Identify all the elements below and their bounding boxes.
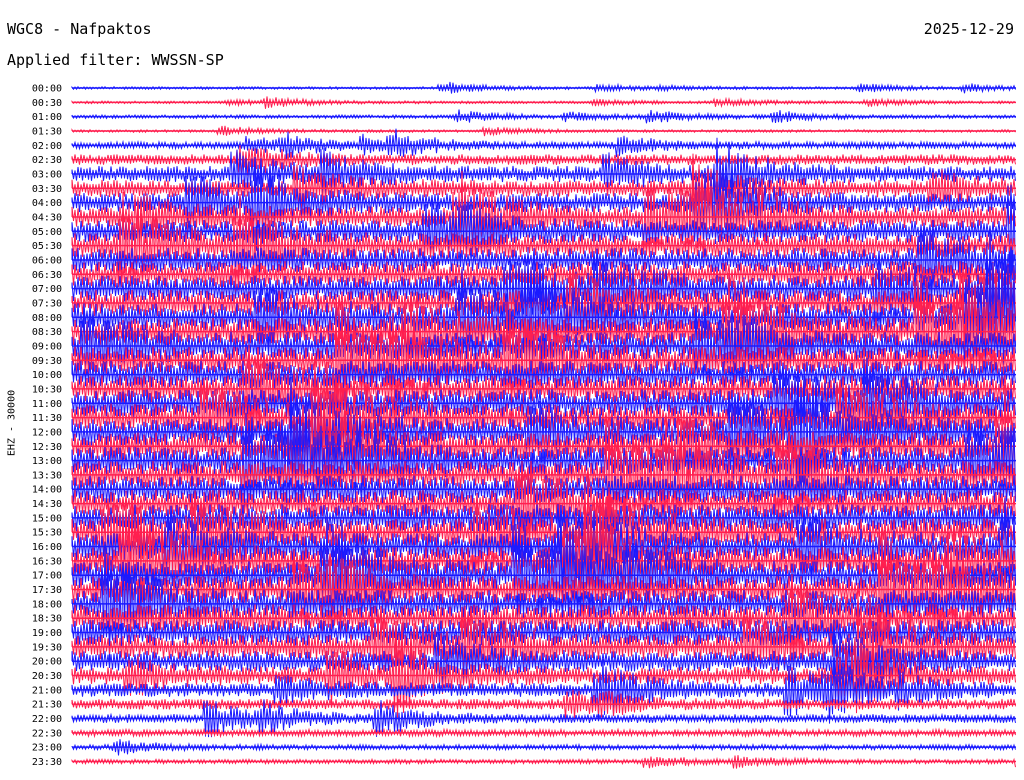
time-tick-label: 12:00	[32, 427, 62, 438]
time-tick-label: 14:00	[32, 485, 62, 496]
time-tick-label: 23:30	[32, 757, 62, 768]
time-tick-label: 15:00	[32, 513, 62, 524]
time-tick-label: 07:30	[32, 298, 62, 309]
time-tick-label: 07:00	[32, 284, 62, 295]
time-tick-label: 03:00	[32, 169, 62, 180]
time-tick-label: 03:30	[32, 184, 62, 195]
time-tick-label: 20:30	[32, 671, 62, 682]
time-tick-label: 19:30	[32, 642, 62, 653]
time-tick-label: 11:00	[32, 399, 62, 410]
time-tick-label: 10:00	[32, 370, 62, 381]
trace-line	[71, 128, 1016, 160]
time-tick-label: 16:30	[32, 556, 62, 567]
time-tick-label: 02:30	[32, 155, 62, 166]
time-tick-label: 16:00	[32, 542, 62, 553]
time-tick-label: 01:30	[32, 126, 62, 137]
time-tick-label: 18:00	[32, 599, 62, 610]
time-tick-label: 02:00	[32, 141, 62, 152]
time-tick-label: 13:00	[32, 456, 62, 467]
time-tick-label: 12:30	[32, 442, 62, 453]
time-tick-label: 15:30	[32, 528, 62, 539]
time-tick-label: 01:00	[32, 112, 62, 123]
time-tick-label: 14:30	[32, 499, 62, 510]
time-tick-labels: 00:00 00:30 01:00 01:30 02:00 02:30 03:00 03:30…	[32, 84, 62, 769]
time-tick-label: 05:00	[32, 227, 62, 238]
time-tick-label: 09:00	[32, 341, 62, 352]
time-tick-label: 21:00	[32, 685, 62, 696]
time-tick-label: 06:30	[32, 270, 62, 281]
time-tick-label: 00:00	[32, 84, 62, 95]
time-tick-label: 11:30	[32, 413, 62, 424]
time-tick-label: 13:30	[32, 470, 62, 481]
time-tick-label: 22:30	[32, 728, 62, 739]
time-tick-label: 06:00	[32, 255, 62, 266]
time-tick-label: 09:30	[32, 356, 62, 367]
time-tick-label: 19:00	[32, 628, 62, 639]
seismic-traces	[71, 81, 1016, 769]
time-tick-label: 20:00	[32, 657, 62, 668]
helicorder-plot: 00:00 00:30 01:00 01:30 02:00 02:30 03:00 03:30…	[32, 81, 1016, 769]
time-tick-label: 08:00	[32, 313, 62, 324]
time-tick-label: 22:00	[32, 714, 62, 725]
time-tick-label: 04:00	[32, 198, 62, 209]
time-tick-label: 10:30	[32, 384, 62, 395]
time-tick-label: 17:00	[32, 571, 62, 582]
time-tick-label: 08:30	[32, 327, 62, 338]
time-tick-label: 05:30	[32, 241, 62, 252]
time-tick-label: 17:30	[32, 585, 62, 596]
time-tick-label: 21:30	[32, 700, 62, 711]
time-tick-label: 23:00	[32, 743, 62, 754]
time-tick-label: 00:30	[32, 98, 62, 109]
time-tick-label: 04:30	[32, 212, 62, 223]
time-tick-label: 18:30	[32, 614, 62, 625]
